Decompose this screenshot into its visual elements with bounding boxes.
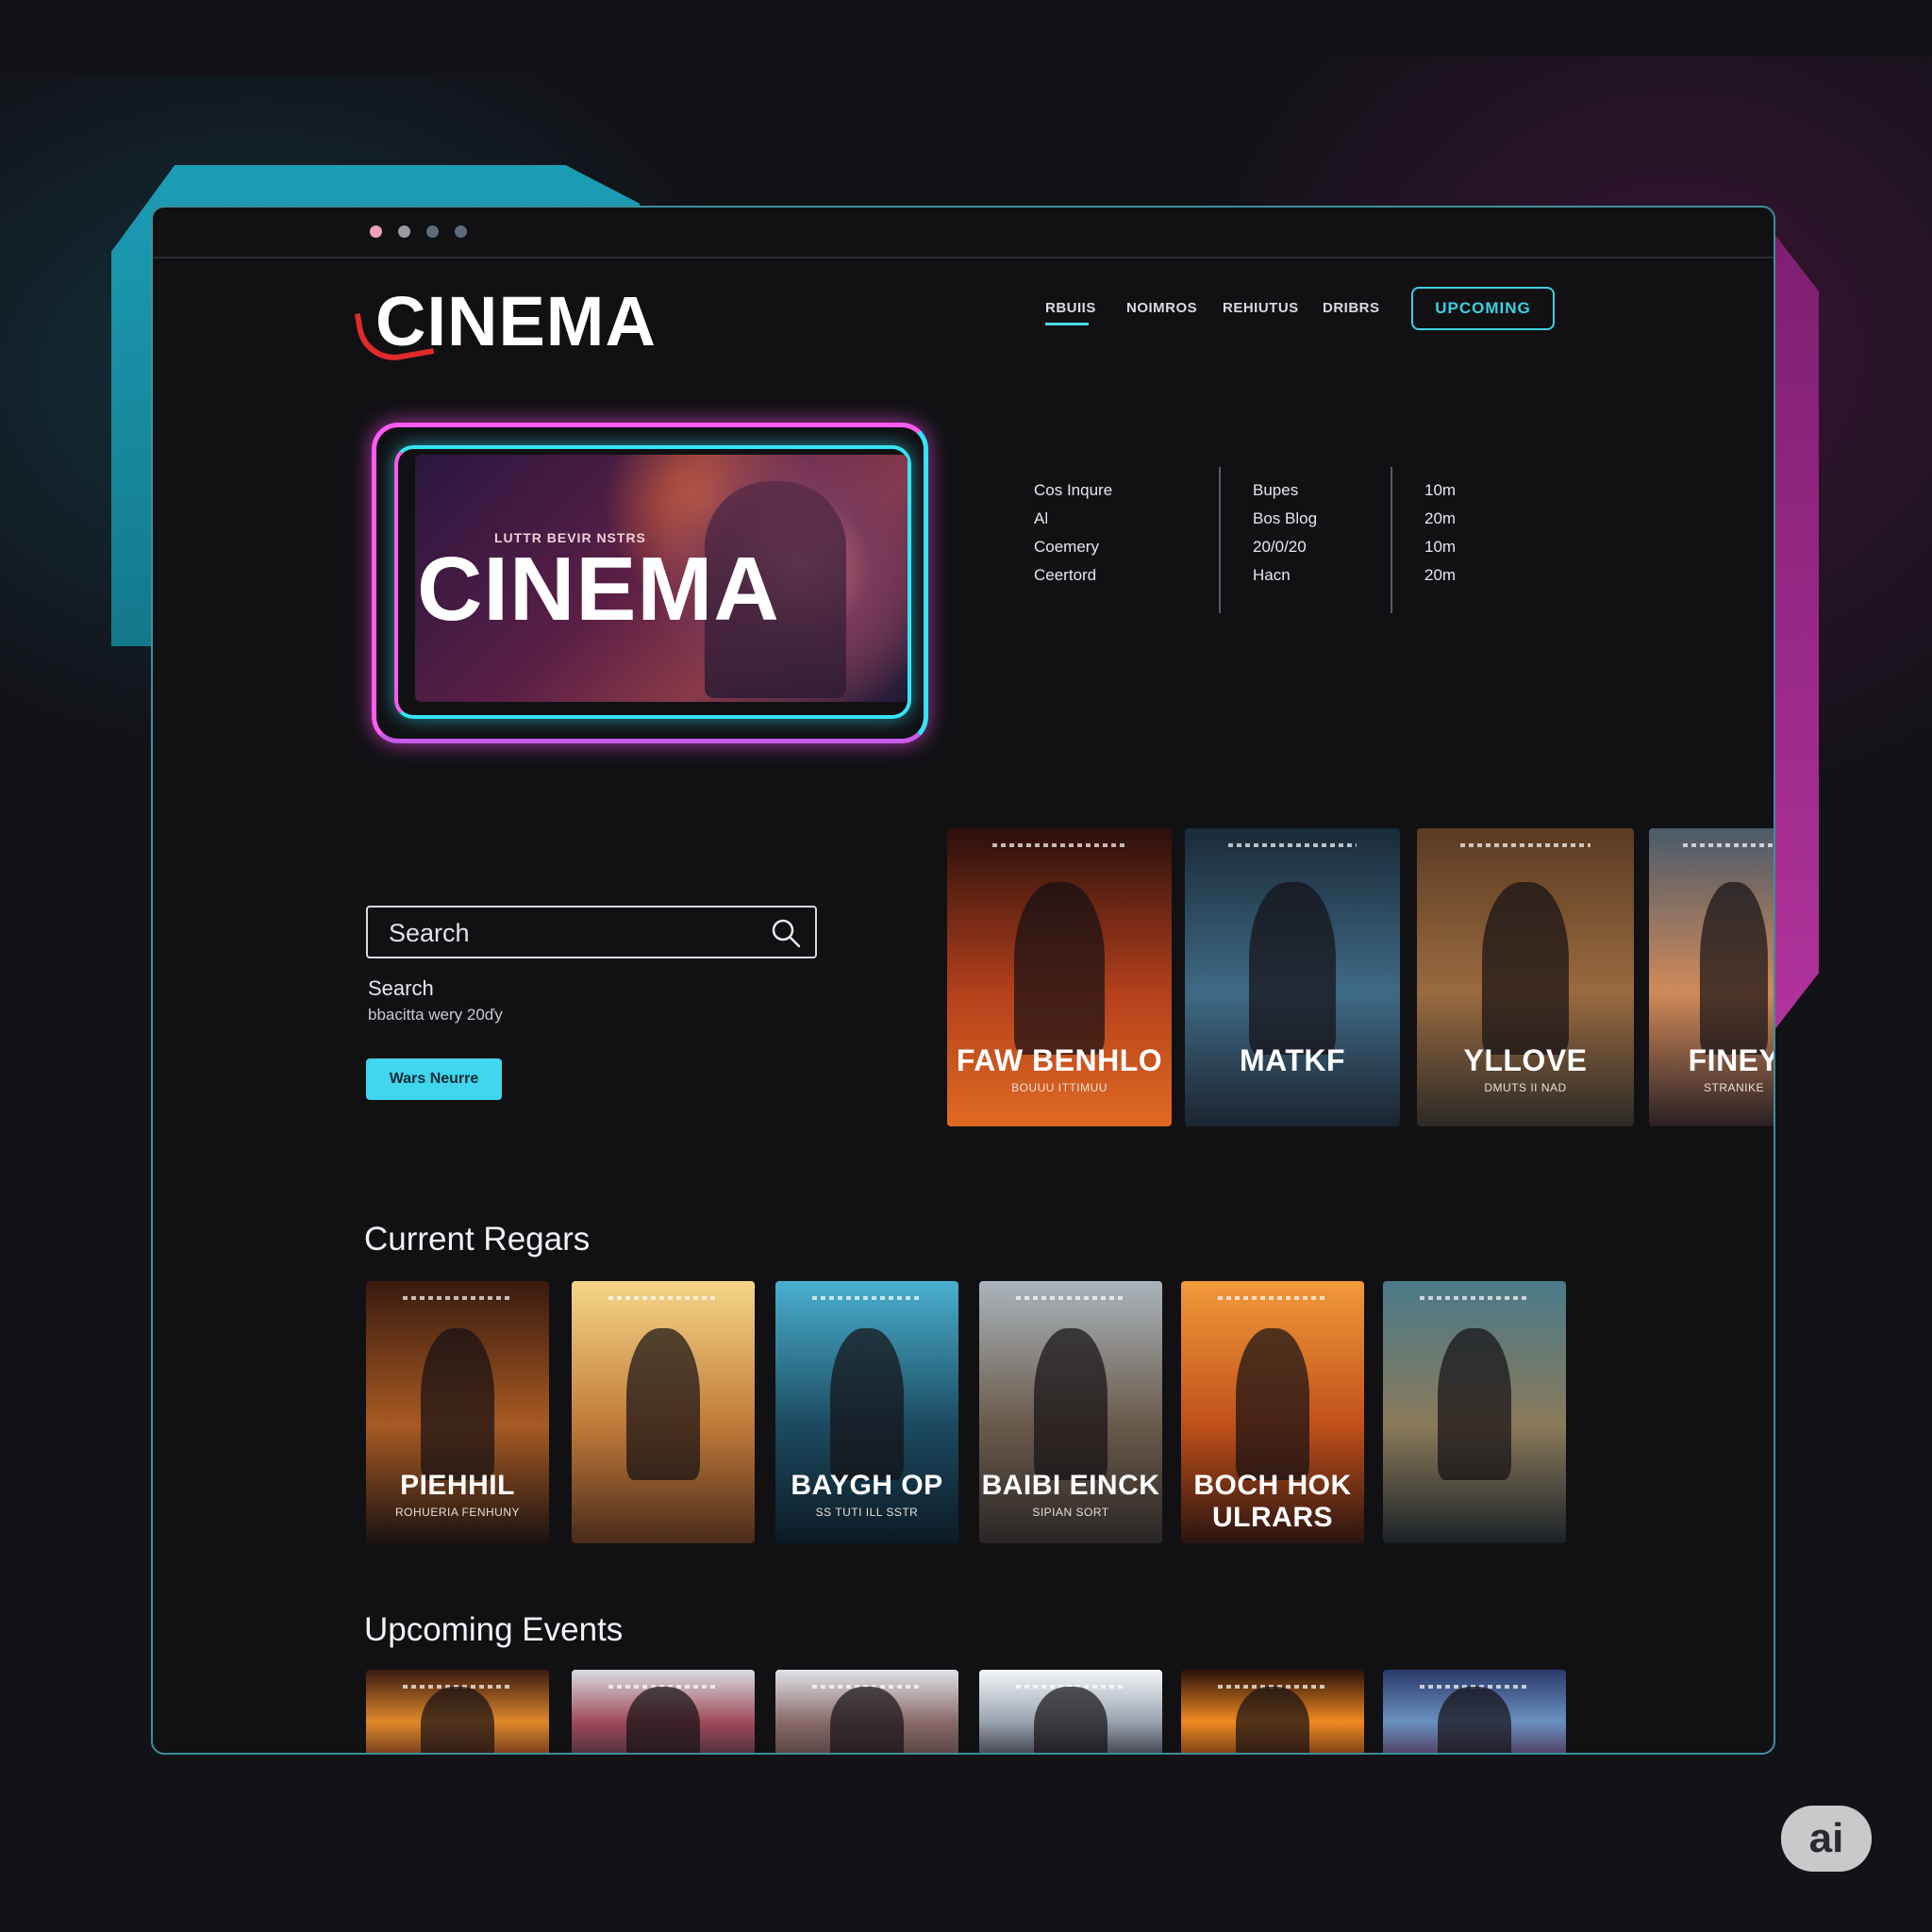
info-cell: Al	[1034, 509, 1049, 527]
poster-title: BAIBI EINCK	[981, 1470, 1160, 1502]
window-titlebar	[153, 208, 1774, 258]
info-cell: Cos Inqure	[1034, 481, 1113, 499]
poster-title: MATKF	[1239, 1042, 1346, 1077]
poster-figure	[1034, 1328, 1108, 1481]
current_section.posters-poster[interactable]: BAIBI EINCK SIPIAN SORT	[979, 1281, 1162, 1543]
info-column-2: Bupes Bos Blog 20/0/20 Hacn	[1253, 476, 1317, 590]
poster-figure	[421, 1328, 494, 1481]
info-column-1: Cos Inqure Al Coemery Ceertord	[1034, 476, 1112, 590]
poster-title: BOCH HOK ULRARS	[1193, 1470, 1352, 1534]
search-subtext: bbacitta wery 20ďy	[368, 1006, 503, 1024]
upcoming-section-title: Upcoming Events	[364, 1611, 624, 1648]
poster-credits-line	[1015, 1296, 1126, 1300]
info-cell: 20m	[1424, 509, 1457, 527]
upcoming-button[interactable]: UPCOMING	[1411, 287, 1555, 330]
search-icon[interactable]	[770, 917, 802, 949]
info-cell: 20/0/20	[1253, 538, 1307, 556]
poster-subtitle: STRANIKE	[1703, 1080, 1764, 1094]
poster-credits-line	[1683, 843, 1774, 847]
info-cell: 20m	[1424, 566, 1457, 584]
upcoming_section.posters-poster[interactable]	[775, 1670, 958, 1753]
poster-title: FAW BENHLO	[956, 1042, 1163, 1077]
upcoming_section.posters-poster[interactable]	[979, 1670, 1162, 1753]
poster-title: BAYGH OP	[791, 1470, 943, 1502]
info-cell: Coemery	[1034, 538, 1099, 556]
poster-credits-line	[991, 843, 1127, 847]
info-cell: Ceertord	[1034, 566, 1097, 584]
search-label: Search	[368, 976, 434, 1000]
current_section.posters-poster[interactable]: BAYGH OP SS TUTI ILL SSTR	[775, 1281, 958, 1543]
poster-figure	[830, 1328, 904, 1481]
poster-subtitle: SIPIAN SORT	[1032, 1506, 1109, 1520]
featured-poster[interactable]: YLLOVE DMUTS II NAD	[1417, 828, 1634, 1126]
poster-subtitle: ROHUERIA FENHUNY	[394, 1506, 520, 1520]
poster-figure	[1014, 881, 1105, 1056]
nav-item-2[interactable]: NOIMROS	[1126, 300, 1197, 316]
poster-figure	[1034, 1687, 1108, 1753]
nav-item-4[interactable]: DRIBRS	[1323, 300, 1380, 316]
current-section-title: Current Regars	[364, 1221, 591, 1257]
poster-credits-line	[811, 1296, 923, 1300]
poster-figure	[1249, 881, 1336, 1056]
info-column-3: 10m 20m 10m 20m	[1424, 476, 1456, 590]
poster-title: YLLOVE	[1463, 1042, 1588, 1077]
featured-poster[interactable]: FINEY STRANIKE	[1649, 828, 1775, 1126]
ai-badge: ai	[1781, 1806, 1872, 1872]
info-cell: Bos Blog	[1253, 509, 1318, 527]
window-dot-close[interactable]	[370, 225, 382, 238]
info-divider	[1391, 467, 1392, 613]
current_section.posters-poster[interactable]	[1383, 1281, 1566, 1543]
poster-figure	[1236, 1328, 1309, 1481]
poster-title: PIEHHIL	[400, 1470, 515, 1502]
featured-poster[interactable]: FAW BENHLO BOUUU ITTIMUU	[947, 828, 1172, 1126]
upcoming_section.posters-poster[interactable]	[1181, 1670, 1364, 1753]
info-cell: 10m	[1424, 481, 1457, 499]
poster-credits-line	[608, 1296, 719, 1300]
poster-figure	[830, 1687, 904, 1753]
current_section.posters-poster[interactable]: PIEHHIL ROHUERIA FENHUNY	[366, 1281, 549, 1543]
browser-window: CINEMA RBUIIS NOIMROS REHIUTUS DRIBRS UP…	[151, 206, 1775, 1755]
cta-button[interactable]: Wars Neurre	[366, 1058, 502, 1100]
poster-subtitle: DMUTS II NAD	[1484, 1080, 1567, 1094]
search-input[interactable]: Search	[366, 906, 817, 958]
poster-figure	[1482, 881, 1569, 1056]
window-dot-extra[interactable]	[455, 225, 467, 238]
poster-credits-line	[402, 1296, 513, 1300]
hero-title: CINEMA	[417, 539, 780, 640]
poster-figure	[421, 1687, 494, 1753]
poster-credits-line	[1217, 1296, 1328, 1300]
poster-figure	[1236, 1687, 1309, 1753]
poster-credits-line	[1460, 843, 1591, 847]
info-cell: 10m	[1424, 538, 1457, 556]
current_section.posters-poster[interactable]: BOCH HOK ULRARS	[1181, 1281, 1364, 1543]
info-cell: Hacn	[1253, 566, 1291, 584]
site-logo[interactable]: CINEMA	[375, 281, 657, 361]
poster-credits-line	[1227, 843, 1357, 847]
info-cell: Bupes	[1253, 481, 1299, 499]
featured-poster[interactable]: MATKF	[1185, 828, 1400, 1126]
nav-item-3[interactable]: REHIUTUS	[1223, 300, 1299, 316]
poster-figure	[1438, 1328, 1511, 1481]
nav-active-indicator	[1045, 323, 1089, 325]
poster-title: FINEY	[1688, 1042, 1775, 1077]
nav-item-1[interactable]: RBUIIS	[1045, 300, 1096, 316]
upcoming_section.posters-poster[interactable]	[572, 1670, 755, 1753]
poster-figure	[1700, 881, 1768, 1056]
search-placeholder: Search	[389, 919, 470, 947]
window-dot-minimize[interactable]	[398, 225, 410, 238]
window-dot-maximize[interactable]	[426, 225, 439, 238]
poster-figure	[626, 1328, 700, 1481]
info-divider	[1219, 467, 1221, 613]
poster-subtitle: BOUUU ITTIMUU	[1011, 1080, 1108, 1094]
current_section.posters-poster[interactable]	[572, 1281, 755, 1543]
poster-credits-line	[1419, 1296, 1530, 1300]
upcoming_section.posters-poster[interactable]	[1383, 1670, 1566, 1753]
upcoming_section.posters-poster[interactable]	[366, 1670, 549, 1753]
poster-figure	[1438, 1687, 1511, 1753]
poster-figure	[626, 1687, 700, 1753]
poster-subtitle: SS TUTI ILL SSTR	[815, 1506, 919, 1520]
